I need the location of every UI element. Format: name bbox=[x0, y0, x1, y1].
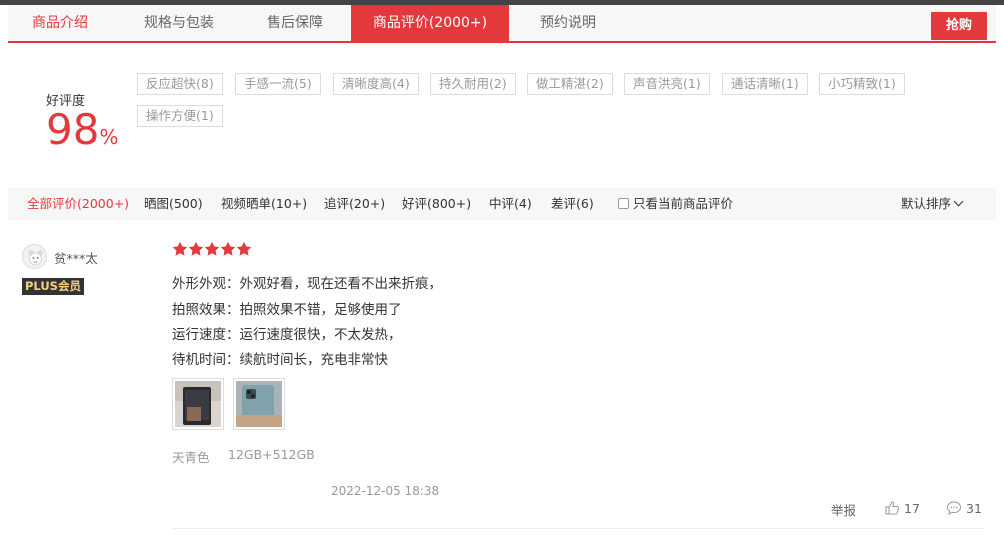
buy-button[interactable]: 抢购 bbox=[931, 12, 987, 40]
review-filter-bar: 全部评价(2000+) 晒图(500) 视频晒单(10+) 追评(20+) 好评… bbox=[8, 188, 996, 220]
review-tag[interactable]: 小巧精致(1) bbox=[819, 73, 905, 95]
review-text-line: 运行速度：运行速度很快，不太发热， bbox=[172, 327, 402, 343]
star-icon bbox=[236, 241, 252, 256]
product-tab-bar: 商品介绍 规格与包装 售后保障 商品评价(2000+) 预约说明 抢购 bbox=[8, 5, 996, 43]
review-tag[interactable]: 手感一流(5) bbox=[235, 73, 321, 95]
product-config: 12GB+512GB bbox=[228, 447, 315, 462]
star-icon bbox=[204, 241, 220, 256]
star-icon bbox=[220, 241, 236, 256]
review-text-line: 拍照效果：拍照效果不错，足够使用了 bbox=[172, 302, 402, 318]
tab-specs-packaging[interactable]: 规格与包装 bbox=[124, 5, 234, 41]
plus-member-badge: PLUS会员 bbox=[22, 278, 84, 295]
star-icon bbox=[188, 241, 204, 256]
positive-rate-number: 98 bbox=[46, 105, 100, 154]
comment-button[interactable]: 31 bbox=[946, 500, 982, 516]
comment-count: 31 bbox=[966, 501, 982, 516]
review-image-thumbnail[interactable] bbox=[233, 378, 285, 430]
tab-product-intro[interactable]: 商品介绍 bbox=[8, 5, 112, 41]
review-tag[interactable]: 持久耐用(2) bbox=[430, 73, 516, 95]
positive-rate-value: 98% bbox=[46, 106, 118, 154]
review-text-line: 待机时间：续航时间长，充电非常快 bbox=[172, 352, 388, 368]
avatar bbox=[22, 244, 47, 269]
only-current-product-option[interactable]: 只看当前商品评价 bbox=[618, 188, 733, 220]
only-current-label: 只看当前商品评价 bbox=[633, 196, 734, 211]
review-tag[interactable]: 清晰度高(4) bbox=[333, 73, 419, 95]
filter-with-images[interactable]: 晒图(500) bbox=[144, 188, 203, 220]
filter-follow-up[interactable]: 追评(20+) bbox=[324, 188, 385, 220]
filter-video[interactable]: 视频晒单(10+) bbox=[221, 188, 307, 220]
only-current-checkbox[interactable] bbox=[618, 198, 629, 209]
filter-positive[interactable]: 好评(800+) bbox=[402, 188, 471, 220]
review-tag[interactable]: 通话清晰(1) bbox=[722, 73, 808, 95]
filter-neutral[interactable]: 中评(4) bbox=[489, 188, 532, 220]
review-tag[interactable]: 做工精湛(2) bbox=[527, 73, 613, 95]
tab-reservation-notes[interactable]: 预约说明 bbox=[518, 5, 618, 41]
comment-icon bbox=[946, 501, 962, 515]
review-tag[interactable]: 反应超快(8) bbox=[137, 73, 223, 95]
review-tag[interactable]: 声音洪亮(1) bbox=[624, 73, 710, 95]
thumbs-up-icon bbox=[885, 501, 900, 515]
positive-rate-unit: % bbox=[99, 125, 119, 149]
review-text-line: 外形外观：外观好看，现在还看不出来折痕， bbox=[172, 276, 442, 292]
report-link[interactable]: 举报 bbox=[831, 500, 856, 519]
tab-reviews[interactable]: 商品评价(2000+) bbox=[351, 5, 509, 41]
rating-stars bbox=[172, 241, 252, 259]
star-icon bbox=[172, 241, 188, 256]
reviewer-name: 贫***太 bbox=[54, 251, 98, 266]
like-button[interactable]: 17 bbox=[884, 500, 920, 516]
review-date: 2022-12-05 18:38 bbox=[331, 484, 440, 498]
product-color: 天青色 bbox=[172, 450, 210, 465]
review-tag[interactable]: 操作方便(1) bbox=[137, 105, 223, 127]
filter-all[interactable]: 全部评价(2000+) bbox=[27, 188, 129, 220]
review-image-thumbnail[interactable] bbox=[172, 378, 224, 430]
tab-after-sales[interactable]: 售后保障 bbox=[240, 5, 350, 41]
like-count: 17 bbox=[904, 501, 920, 516]
review-divider bbox=[172, 528, 984, 529]
filter-negative[interactable]: 差评(6) bbox=[551, 188, 594, 220]
sort-label: 默认排序 bbox=[901, 196, 952, 211]
chevron-down-icon bbox=[953, 196, 964, 207]
sort-dropdown[interactable]: 默认排序 bbox=[901, 188, 964, 220]
